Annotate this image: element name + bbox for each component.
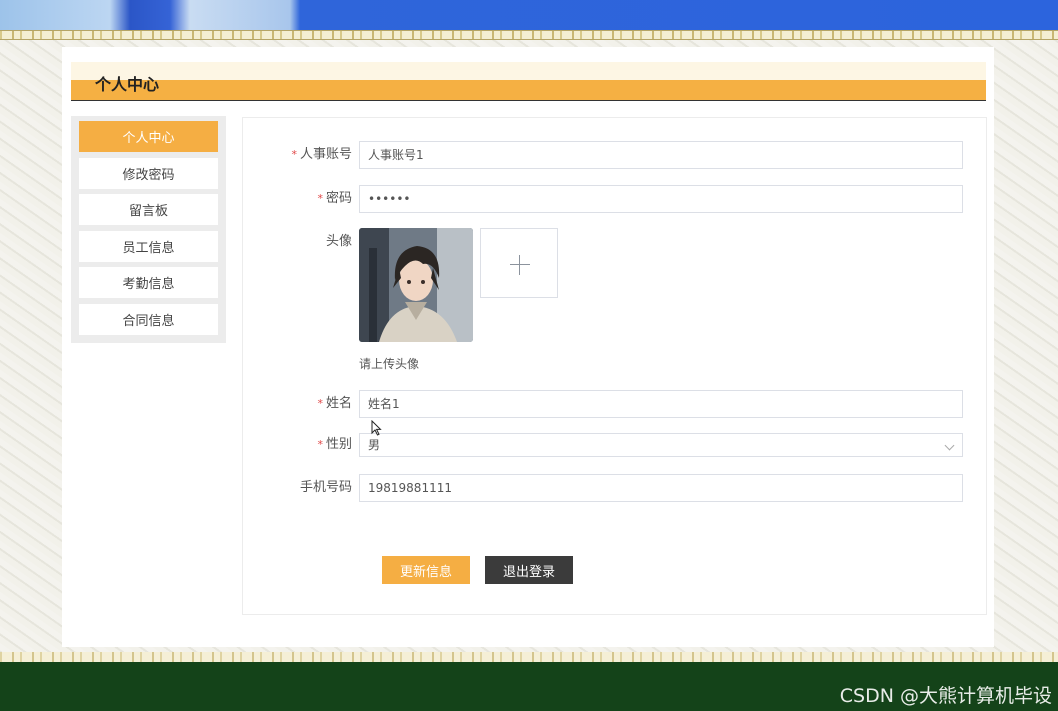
- top-banner: [0, 0, 1058, 40]
- sidebar-item-attendance[interactable]: 考勤信息: [79, 267, 218, 298]
- update-info-button[interactable]: 更新信息: [382, 556, 470, 584]
- title-bar: 个人中心: [71, 62, 986, 101]
- required-mark: *: [291, 148, 297, 161]
- plus-icon: [510, 264, 530, 265]
- profile-form: * 人事账号 人事账号1 * 密码 •••••• 头像 请上传头像 * 姓名 姓…: [242, 117, 987, 615]
- mouse-cursor-icon: [371, 420, 382, 436]
- gender-label: * 性别: [317, 437, 352, 452]
- name-input[interactable]: 姓名1: [359, 390, 963, 418]
- name-label: * 姓名: [317, 396, 352, 411]
- password-label: * 密码: [317, 191, 352, 206]
- sidebar-item-employees[interactable]: 员工信息: [79, 230, 218, 262]
- gender-select[interactable]: 男: [359, 433, 963, 457]
- sidebar-item-profile[interactable]: 个人中心: [79, 121, 218, 152]
- page-title: 个人中心: [95, 75, 160, 94]
- decorative-border-bottom: [0, 652, 1058, 662]
- gender-value: 男: [368, 438, 381, 452]
- required-mark: *: [317, 192, 323, 205]
- avatar-hint: 请上传头像: [359, 357, 420, 371]
- avatar-label: 头像: [325, 234, 352, 249]
- phone-input[interactable]: 19819881111: [359, 474, 963, 502]
- logout-button[interactable]: 退出登录: [485, 556, 573, 584]
- sidebar: 个人中心 修改密码 留言板 员工信息 考勤信息 合同信息: [71, 116, 226, 343]
- chevron-down-icon: [944, 440, 955, 451]
- password-input[interactable]: ••••••: [359, 185, 963, 213]
- account-label: * 人事账号: [291, 147, 352, 162]
- account-input[interactable]: 人事账号1: [359, 141, 963, 169]
- required-mark: *: [317, 397, 323, 410]
- sidebar-item-change-password[interactable]: 修改密码: [79, 157, 218, 189]
- required-mark: *: [317, 438, 323, 451]
- main-card: 个人中心 个人中心 修改密码 留言板 员工信息 考勤信息 合同信息 * 人事账号 …: [62, 47, 994, 647]
- phone-label: 手机号码: [299, 480, 352, 495]
- avatar-image[interactable]: [359, 228, 473, 342]
- sidebar-item-message-board[interactable]: 留言板: [79, 194, 218, 225]
- watermark: CSDN @大熊计算机毕设: [839, 685, 1052, 707]
- decorative-border-top: [0, 30, 1058, 40]
- avatar-row: 头像 请上传头像: [243, 228, 988, 378]
- avatar-upload-button[interactable]: [480, 228, 558, 298]
- sidebar-item-contracts[interactable]: 合同信息: [79, 303, 218, 335]
